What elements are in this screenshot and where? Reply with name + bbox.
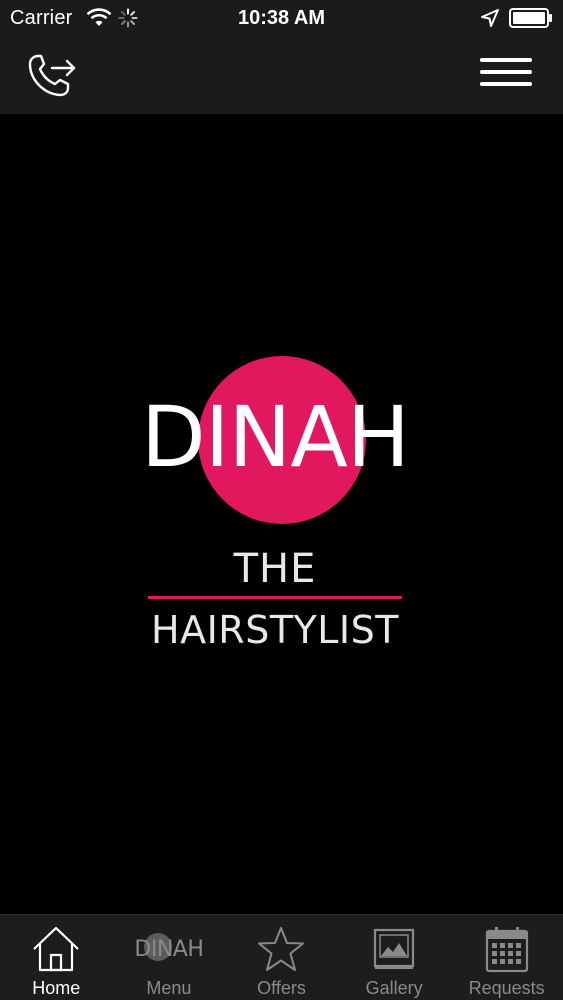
tab-requests[interactable]: Requests [450, 915, 563, 1000]
gallery-image-icon [366, 923, 422, 975]
tab-label: Requests [468, 978, 545, 998]
tab-label: Gallery [365, 978, 423, 998]
tab-label: Home [32, 978, 81, 998]
logo-name: DINAH [141, 388, 410, 486]
brand-logo: DINAH THE HAIRSTYLIST [130, 356, 430, 656]
app-screen: Carrier 10:38 AM DINAH THE HAIRSTYLIST H… [0, 0, 563, 1000]
location-arrow-icon [480, 8, 500, 34]
status-bar: Carrier 10:38 AM [0, 0, 563, 38]
logo-divider [148, 596, 402, 599]
home-icon [28, 923, 84, 975]
tab-label: Offers [257, 978, 306, 998]
menu-logo-text: DINAH [134, 936, 204, 962]
tab-menu[interactable]: DINAH Menu [113, 915, 226, 1000]
dinah-logo-icon: DINAH [134, 923, 204, 975]
calendar-icon [479, 923, 535, 975]
main-content: DINAH THE HAIRSTYLIST [0, 114, 563, 914]
logo-tagline-line1: THE [233, 546, 317, 592]
call-button[interactable] [22, 46, 82, 104]
tab-bar: Home DINAH Menu Offers Gallery Requests [0, 914, 563, 1000]
tab-offers[interactable]: Offers [225, 915, 338, 1000]
status-time: 10:38 AM [237, 7, 326, 29]
hamburger-menu-button[interactable] [474, 54, 538, 94]
navigation-bar [0, 38, 563, 114]
logo-tagline-line2: HAIRSTYLIST [151, 608, 399, 652]
star-icon [253, 923, 309, 975]
tab-label: Menu [146, 978, 192, 998]
tab-home[interactable]: Home [0, 915, 113, 1000]
phone-call-icon [28, 54, 76, 97]
tab-gallery[interactable]: Gallery [338, 915, 451, 1000]
battery-icon [509, 8, 553, 28]
